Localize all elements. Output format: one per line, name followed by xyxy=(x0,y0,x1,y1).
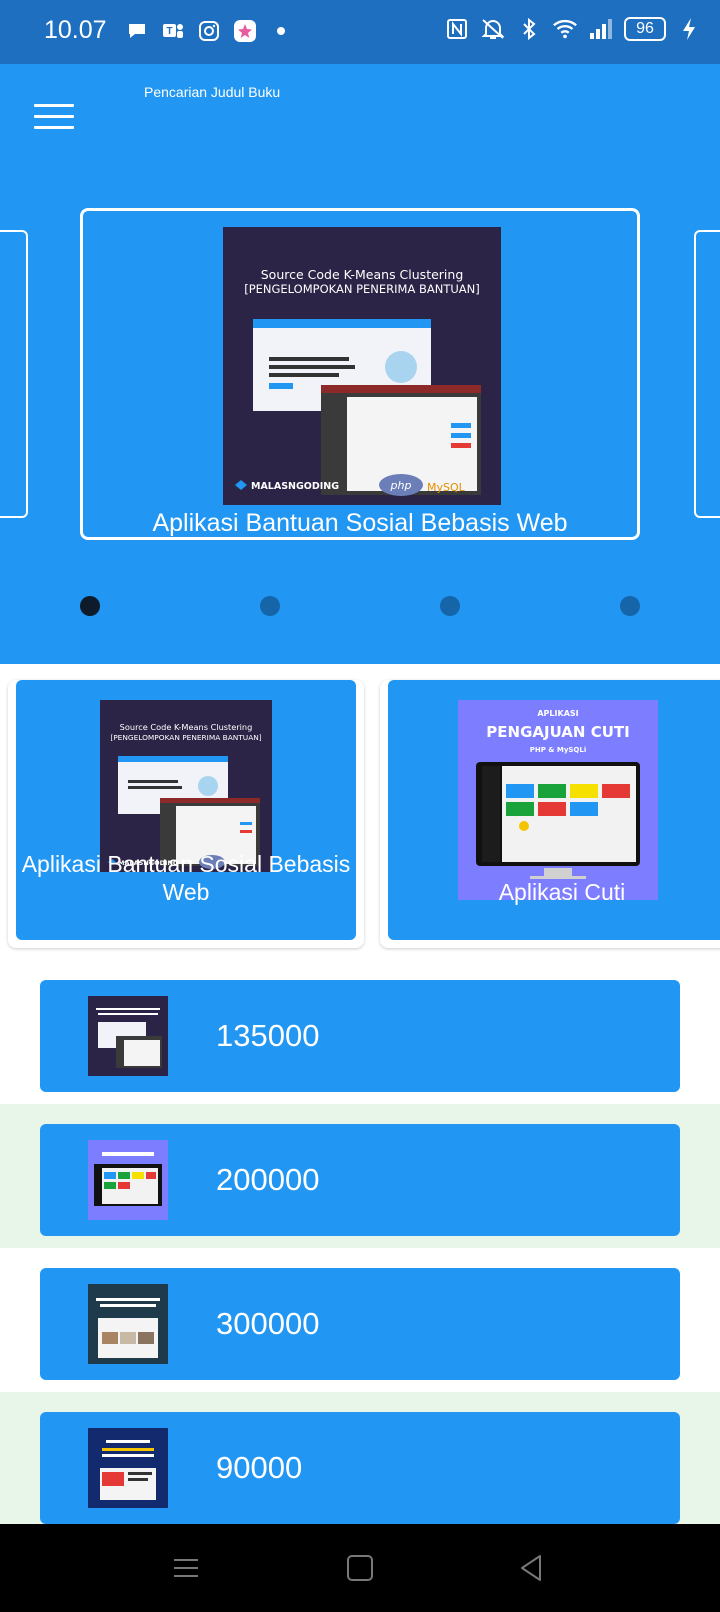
item-price: 90000 xyxy=(216,1450,303,1485)
carousel-indicators xyxy=(0,596,720,620)
carousel-dot-3[interactable] xyxy=(440,596,460,616)
list-item[interactable]: 300000 xyxy=(40,1268,680,1380)
instagram-icon xyxy=(196,18,222,44)
carousel-caption: Aplikasi Bantuan Sosial Bebasis Web xyxy=(152,509,568,537)
status-bar: 10.07 T 96 xyxy=(0,0,720,64)
svg-text:PHP & MySQLi: PHP & MySQLi xyxy=(530,746,586,754)
card-body: APLIKASI PENGAJUAN CUTI PHP & MySQLi Apl… xyxy=(388,680,720,940)
portal-berita-thumbnail xyxy=(88,1428,168,1508)
dot-icon xyxy=(268,18,294,44)
app-title: Pencarian Judul Buku xyxy=(144,84,281,100)
kmeans-cover-image: Source Code K-Means Clustering [PENGELOM… xyxy=(223,227,501,505)
charging-icon xyxy=(676,16,702,42)
card-body: Source Code K-Means Clustering [PENGELOM… xyxy=(16,680,356,940)
carousel-next-slide[interactable] xyxy=(694,230,720,518)
mute-icon xyxy=(480,16,506,42)
kmeans-card-image: Source Code K-Means Clustering [PENGELOM… xyxy=(100,700,272,872)
carousel-slide[interactable]: Source Code K-Means Clustering [PENGELOM… xyxy=(80,208,640,540)
carousel-dot-2[interactable] xyxy=(260,596,280,616)
card-title: Aplikasi Cuti xyxy=(498,879,626,905)
battery-indicator: 96 xyxy=(624,17,666,41)
hamburger-menu-icon[interactable] xyxy=(34,104,74,134)
item-price: 200000 xyxy=(216,1162,320,1197)
svg-text:APLIKASI: APLIKASI xyxy=(537,709,578,718)
svg-text:MySQL: MySQL xyxy=(427,481,466,494)
card-title: Aplikasi Bantuan Sosial Bebasis Web xyxy=(21,851,351,905)
list-item[interactable]: 200000 xyxy=(40,1124,680,1236)
notification-icons: T xyxy=(124,18,294,44)
signal-icon xyxy=(588,16,614,42)
back-icon[interactable] xyxy=(514,1552,550,1584)
hotel-thumbnail xyxy=(88,1284,168,1364)
photos-icon xyxy=(232,18,258,44)
product-card[interactable]: Source Code K-Means Clustering [PENGELOM… xyxy=(8,680,364,948)
svg-text:T: T xyxy=(166,26,172,37)
teams-icon: T xyxy=(160,18,186,44)
kmeans-thumbnail xyxy=(88,996,168,1076)
recent-apps-icon[interactable] xyxy=(168,1552,204,1584)
home-icon[interactable] xyxy=(342,1552,378,1584)
cuti-card-image: APLIKASI PENGAJUAN CUTI PHP & MySQLi xyxy=(458,700,658,900)
list-item[interactable]: 135000 xyxy=(40,980,680,1092)
carousel-prev-slide[interactable] xyxy=(0,230,28,518)
item-price: 135000 xyxy=(216,1018,320,1053)
list-item[interactable]: 90000 xyxy=(40,1412,680,1524)
wifi-icon xyxy=(552,16,578,42)
system-icons: 96 xyxy=(444,16,702,42)
svg-text:PENGAJUAN CUTI: PENGAJUAN CUTI xyxy=(486,723,629,741)
cuti-thumbnail xyxy=(88,1140,168,1220)
svg-text:Source Code K-Means Clustering: Source Code K-Means Clustering xyxy=(261,267,464,282)
svg-text:[PENGELOMPOKAN PENERIMA BANTUA: [PENGELOMPOKAN PENERIMA BANTUAN] xyxy=(244,282,480,296)
product-card[interactable]: APLIKASI PENGAJUAN CUTI PHP & MySQLi Apl… xyxy=(380,680,720,948)
nfc-icon xyxy=(444,16,470,42)
status-time: 10.07 xyxy=(44,16,107,44)
svg-text:php: php xyxy=(390,479,412,492)
system-navigation-bar xyxy=(0,1524,720,1612)
svg-text:MALASNGODING: MALASNGODING xyxy=(251,481,339,492)
svg-text:[PENGELOMPOKAN PENERIMA BANTUA: [PENGELOMPOKAN PENERIMA BANTUAN] xyxy=(110,733,261,742)
chat-bubble-icon xyxy=(124,18,150,44)
carousel-dot-1[interactable] xyxy=(80,596,100,616)
bluetooth-icon xyxy=(516,16,542,42)
item-price: 300000 xyxy=(216,1306,320,1341)
svg-text:Source Code K-Means Clustering: Source Code K-Means Clustering xyxy=(120,722,253,732)
carousel-dot-4[interactable] xyxy=(620,596,640,616)
